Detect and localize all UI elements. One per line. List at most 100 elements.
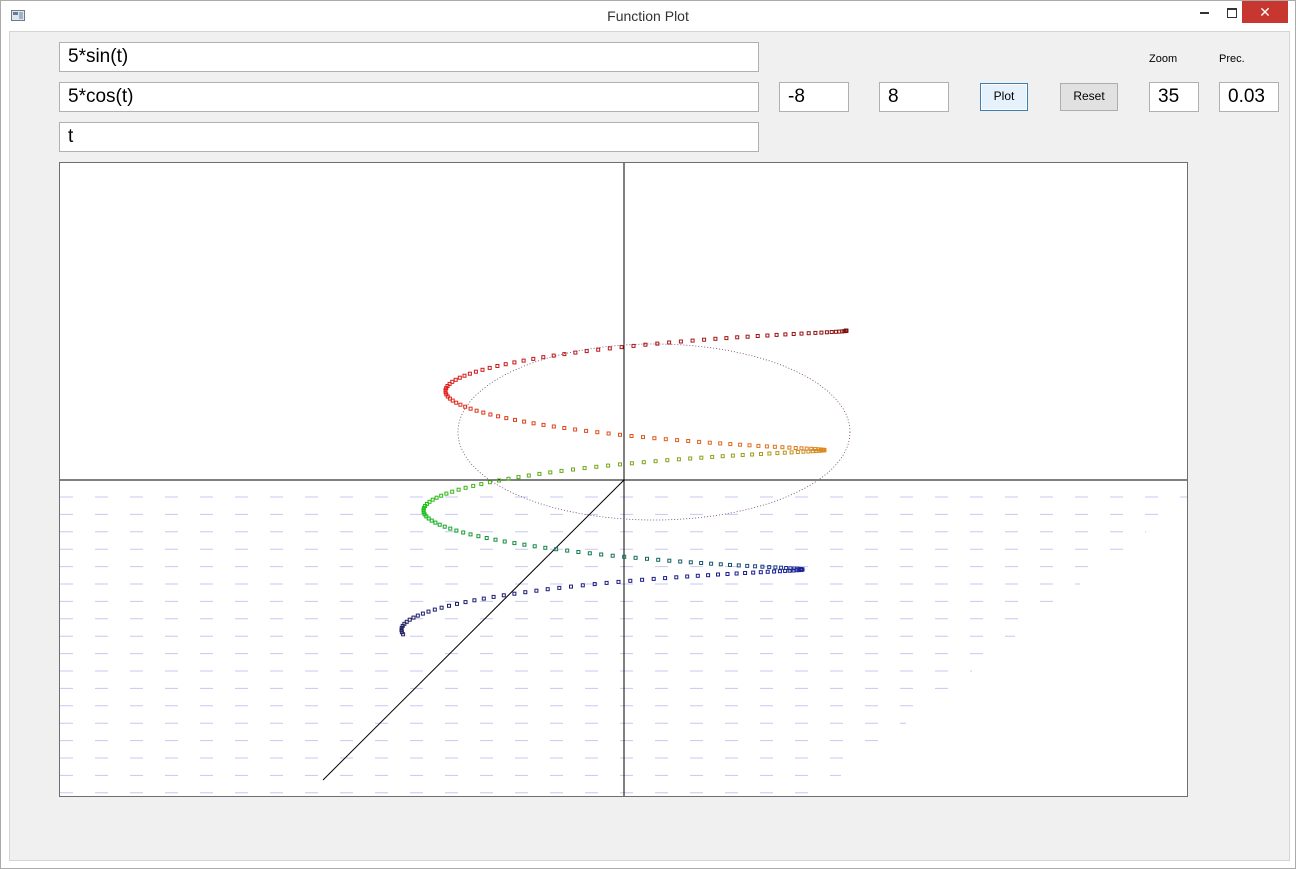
t-min-input[interactable]: -8 [779, 82, 849, 112]
curve-point-191 [573, 427, 578, 432]
curve-point-62 [784, 566, 789, 570]
curve-point-151 [795, 450, 800, 454]
curve-point-238 [643, 342, 648, 347]
reset-button[interactable]: Reset [1060, 83, 1118, 111]
curve-point-128 [559, 468, 564, 473]
curve-point-178 [718, 441, 723, 446]
curve-point-132 [606, 463, 611, 468]
curve-point-40 [725, 572, 730, 576]
curve-point-131 [594, 464, 599, 469]
curve-point-31 [628, 578, 633, 583]
precision-input[interactable]: 0.03 [1219, 82, 1279, 112]
curve-point-149 [782, 450, 787, 455]
curve-point-223 [487, 365, 492, 370]
t-max-input[interactable]: 8 [879, 82, 949, 112]
zoom-input[interactable]: 35 [1149, 82, 1199, 112]
curve-point-252 [791, 332, 796, 336]
curve-point-144 [740, 453, 745, 457]
curve-point-22 [523, 590, 528, 595]
curve-point-130 [582, 466, 587, 471]
curve-point-36 [685, 574, 690, 579]
curve-point-136 [653, 459, 658, 464]
curve-point-169 [793, 446, 798, 450]
curve-point-87 [543, 545, 548, 550]
curve-point-81 [610, 553, 615, 558]
curve-point-127 [548, 470, 553, 475]
z-expression-input[interactable]: t [59, 122, 759, 152]
projection-trace [457, 343, 851, 521]
curve-point-125 [526, 473, 531, 478]
minimize-icon [1199, 11, 1209, 14]
curve-point-177 [728, 442, 733, 447]
curve-point-114 [439, 493, 444, 498]
maximize-icon [1227, 7, 1237, 18]
plot-button[interactable]: Plot [980, 83, 1028, 111]
curve-point-34 [663, 576, 668, 581]
curve-point-235 [607, 346, 612, 351]
curve-point-64 [773, 565, 778, 570]
curve-point-201 [481, 410, 486, 415]
curve-point-71 [718, 562, 723, 567]
x-expression-input[interactable]: 5*sin(t) [59, 42, 759, 72]
curve-point-38 [706, 573, 711, 578]
curve-point-259 [833, 329, 838, 334]
curve-point-142 [720, 454, 725, 459]
curve-point-188 [606, 431, 611, 436]
curve-point-139 [688, 456, 693, 461]
curve-point-91 [502, 539, 507, 544]
curve-point-15 [455, 601, 459, 606]
curve-point-124 [516, 475, 521, 480]
curve-point-95 [468, 532, 473, 537]
curve-point-85 [565, 548, 570, 553]
curve-point-203 [468, 406, 473, 411]
curve-point-41 [734, 571, 739, 576]
app-window: Function Plot ✕ 5*sin(t) 5*cos(t) t -8 8… [0, 0, 1296, 869]
curve-point-141 [710, 454, 715, 459]
curve-point-20 [501, 593, 506, 598]
curve-point-111 [427, 499, 432, 504]
curve-point-242 [690, 338, 695, 343]
curve-point-39 [716, 572, 720, 577]
close-icon: ✕ [1259, 4, 1271, 20]
curve-point-180 [697, 439, 702, 444]
window-title: Function Plot [607, 8, 689, 24]
curve-point-145 [750, 452, 755, 457]
curve-point-23 [534, 588, 539, 593]
z-axis [322, 479, 625, 781]
curve-point-202 [474, 408, 479, 413]
curve-point-173 [764, 444, 769, 449]
curve-point-147 [767, 451, 772, 456]
curve-point-246 [735, 335, 740, 340]
curve-point-217 [453, 377, 458, 382]
title-bar[interactable]: Function Plot ✕ [1, 1, 1295, 31]
curve-point-254 [806, 331, 811, 336]
curve-point-251 [783, 332, 788, 337]
curve-point-120 [479, 482, 484, 487]
curve-point-226 [512, 360, 517, 365]
zoom-label: Zoom [1149, 53, 1178, 65]
close-button[interactable]: ✕ [1242, 1, 1288, 23]
curve-point-93 [484, 536, 489, 540]
curve-point-42 [743, 571, 748, 575]
curve-point-98 [448, 526, 453, 531]
curve-point-100 [437, 522, 442, 527]
curve-point-133 [618, 462, 622, 467]
curve-point-43 [751, 570, 756, 575]
curve-point-115 [444, 491, 449, 496]
curve-point-29 [604, 580, 609, 585]
plot-canvas[interactable] [59, 162, 1188, 797]
curve-point-134 [629, 461, 634, 466]
curve-point-72 [709, 561, 714, 566]
curve-point-138 [676, 457, 681, 462]
curve-point-76 [667, 558, 672, 563]
curve-point-152 [801, 449, 806, 454]
curve-point-78 [645, 556, 649, 561]
curve-point-30 [616, 579, 621, 584]
curve-point-12 [432, 607, 437, 612]
curve-point-193 [551, 424, 556, 429]
curve-point-167 [804, 446, 809, 451]
curve-point-21 [512, 591, 517, 596]
minimize-button[interactable] [1189, 1, 1219, 23]
y-expression-input[interactable]: 5*cos(t) [59, 82, 759, 112]
curve-point-222 [480, 367, 485, 372]
